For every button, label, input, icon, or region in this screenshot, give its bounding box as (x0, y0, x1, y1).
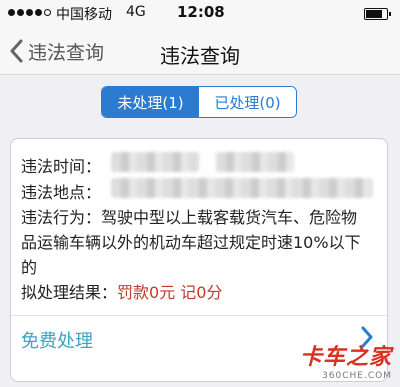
status-bar: 中国移动 4G 12:08 (0, 0, 400, 28)
chevron-right-icon[interactable] (359, 324, 375, 350)
redacted-date (111, 152, 199, 172)
violation-behavior-label: 违法行为： (21, 208, 102, 227)
proposed-result: 拟处理结果：罚款0元 记0分 (21, 279, 222, 303)
violation-card: 违法时间： 违法地点： 违法行为：驾驶中型以上载客载货汽车、危险物品运输车辆以外… (10, 138, 388, 382)
carrier-name: 中国移动 (56, 7, 112, 23)
proposed-result-label: 拟处理结果： (21, 283, 118, 302)
tab-unprocessed[interactable]: 未处理(1) (102, 87, 199, 117)
status-clock: 12:08 (177, 3, 225, 21)
free-process-button[interactable]: 免费处理 (21, 327, 93, 353)
card-divider (11, 315, 387, 316)
status-segmented-control: 未处理(1) 已处理(0) (101, 86, 297, 118)
redacted-time (216, 152, 294, 172)
back-button[interactable]: 违法查询 (6, 36, 104, 66)
chevron-left-icon (10, 39, 23, 63)
back-button-label: 违法查询 (28, 41, 105, 64)
network-type: 4G (126, 4, 146, 20)
violation-behavior: 违法行为：驾驶中型以上载客载货汽车、危险物品运输车辆以外的机动车超过规定时速10… (21, 205, 373, 280)
nav-bar: 违法查询 违法查询 (0, 28, 400, 75)
proposed-result-value: 罚款0元 记0分 (117, 283, 223, 302)
redacted-place (111, 178, 373, 198)
battery-icon (364, 8, 391, 20)
violation-time-label: 违法时间： (21, 157, 102, 176)
tab-processed[interactable]: 已处理(0) (199, 87, 296, 117)
violation-place-label: 违法地点： (21, 183, 102, 202)
signal-strength-icon (8, 9, 51, 16)
